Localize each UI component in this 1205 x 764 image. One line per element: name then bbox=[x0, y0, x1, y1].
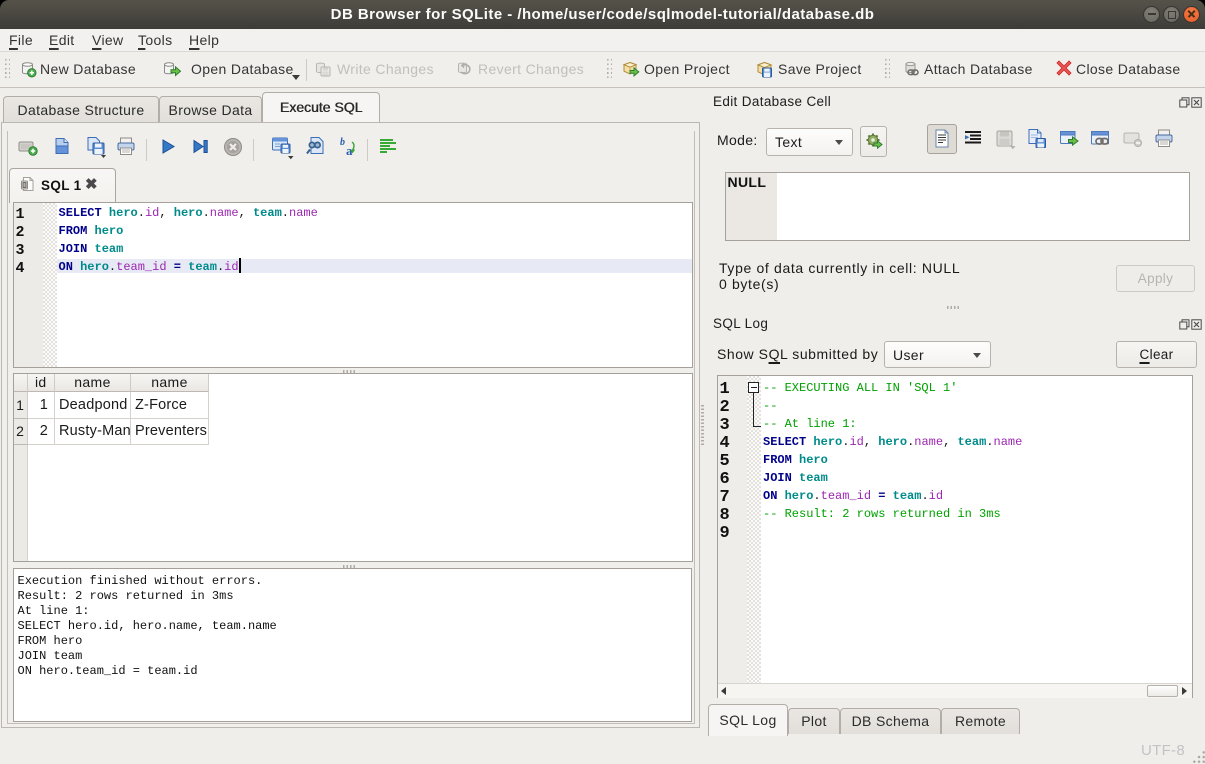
svg-text:b: b bbox=[340, 137, 345, 148]
